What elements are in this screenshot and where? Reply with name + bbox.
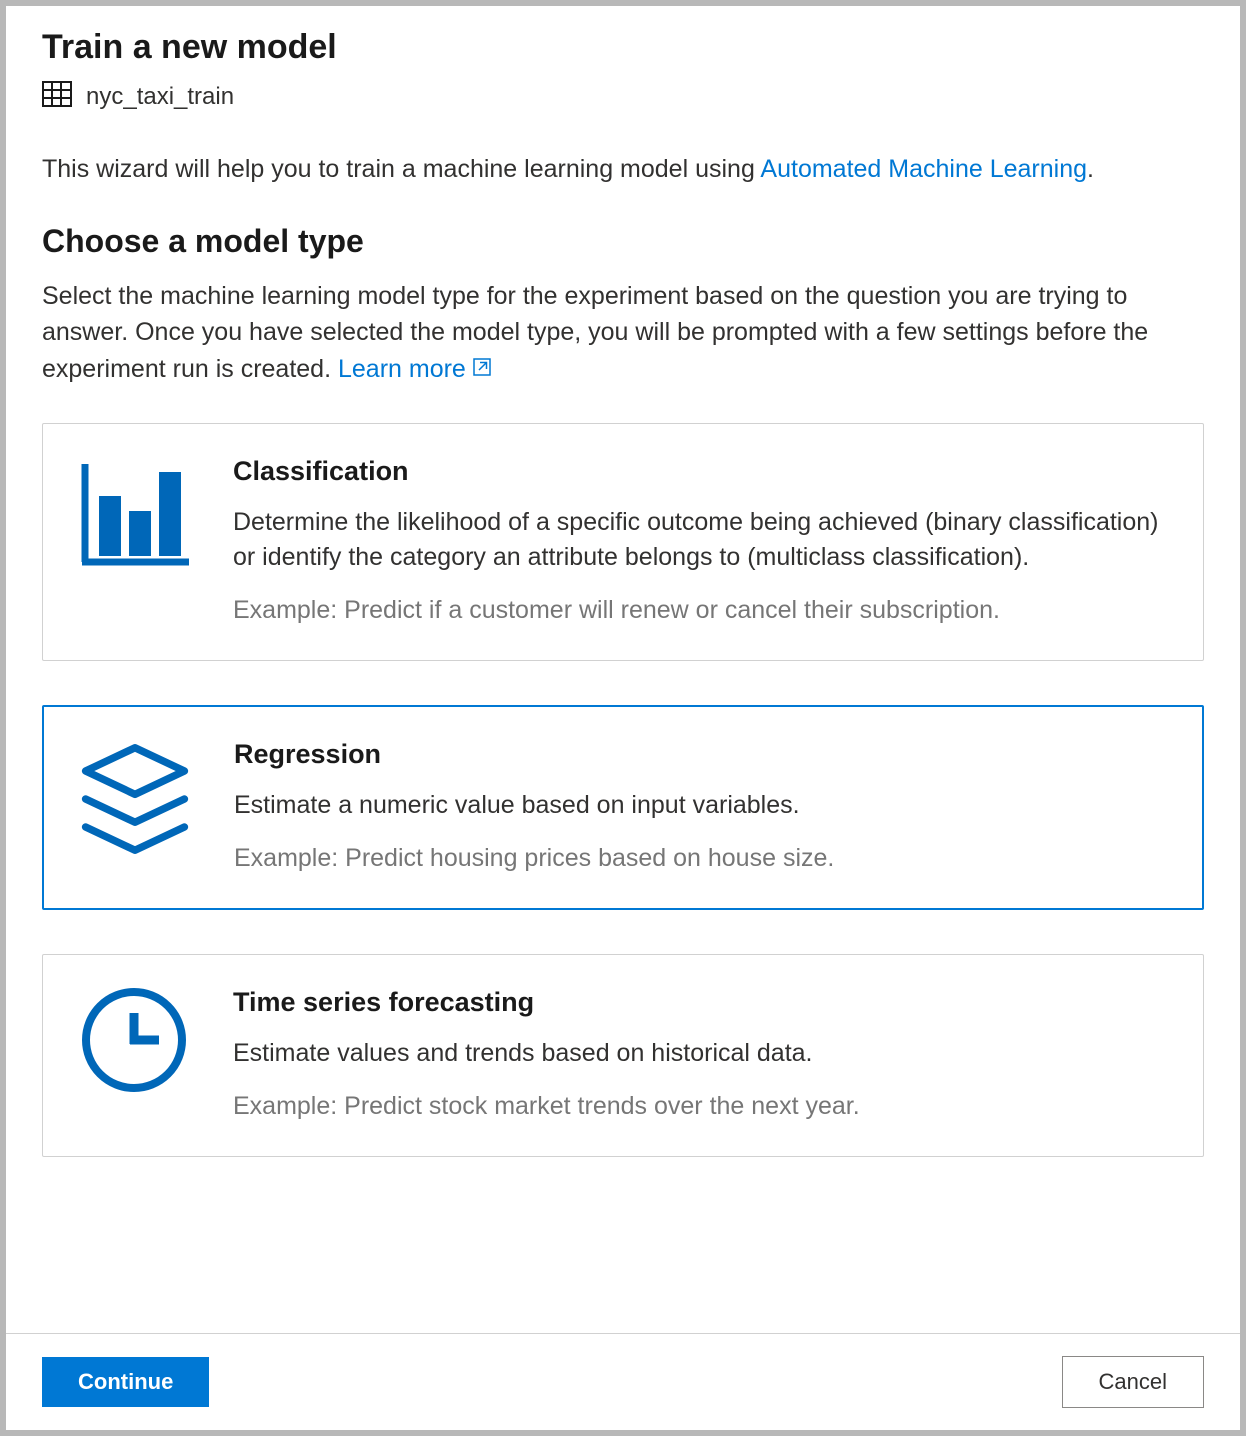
layers-icon: [80, 739, 190, 876]
wizard-window: Train a new model nyc_taxi_train This wi…: [6, 6, 1240, 1430]
card-example: Example: Predict housing prices based on…: [234, 841, 1166, 876]
page-title: Train a new model: [42, 28, 1204, 67]
card-desc: Estimate a numeric value based on input …: [234, 788, 1166, 823]
automl-link[interactable]: Automated Machine Learning: [760, 155, 1087, 183]
dataset-name: nyc_taxi_train: [86, 83, 234, 111]
model-card-regression[interactable]: Regression Estimate a numeric value base…: [42, 705, 1204, 910]
continue-button[interactable]: Continue: [42, 1357, 209, 1407]
wizard-content: Train a new model nyc_taxi_train This wi…: [6, 6, 1240, 1333]
wizard-footer: Continue Cancel: [6, 1333, 1240, 1430]
card-title: Regression: [234, 739, 1166, 770]
card-desc: Estimate values and trends based on hist…: [233, 1036, 1167, 1071]
intro-text: This wizard will help you to train a mac…: [42, 152, 1204, 187]
card-example: Example: Predict stock market trends ove…: [233, 1089, 1167, 1124]
dataset-row: nyc_taxi_train: [42, 81, 1204, 112]
card-body: Classification Determine the likelihood …: [233, 456, 1167, 628]
model-card-timeseries[interactable]: Time series forecasting Estimate values …: [42, 954, 1204, 1157]
section-title: Choose a model type: [42, 223, 1204, 260]
dataset-icon: [42, 81, 72, 112]
section-desc-text: Select the machine learning model type f…: [42, 282, 1148, 383]
intro-prefix: This wizard will help you to train a mac…: [42, 155, 760, 183]
card-title: Time series forecasting: [233, 987, 1167, 1018]
intro-suffix: .: [1087, 155, 1094, 183]
card-desc: Determine the likelihood of a specific o…: [233, 505, 1167, 575]
bar-chart-icon: [79, 456, 189, 628]
external-link-icon: [472, 351, 492, 387]
section-desc: Select the machine learning model type f…: [42, 278, 1204, 387]
clock-icon: [79, 987, 189, 1124]
card-body: Regression Estimate a numeric value base…: [234, 739, 1166, 876]
cancel-button[interactable]: Cancel: [1062, 1356, 1204, 1408]
model-card-classification[interactable]: Classification Determine the likelihood …: [42, 423, 1204, 661]
card-body: Time series forecasting Estimate values …: [233, 987, 1167, 1124]
learn-more-text: Learn more: [338, 351, 466, 387]
card-example: Example: Predict if a customer will rene…: [233, 593, 1167, 628]
learn-more-link[interactable]: Learn more: [338, 351, 492, 387]
card-title: Classification: [233, 456, 1167, 487]
